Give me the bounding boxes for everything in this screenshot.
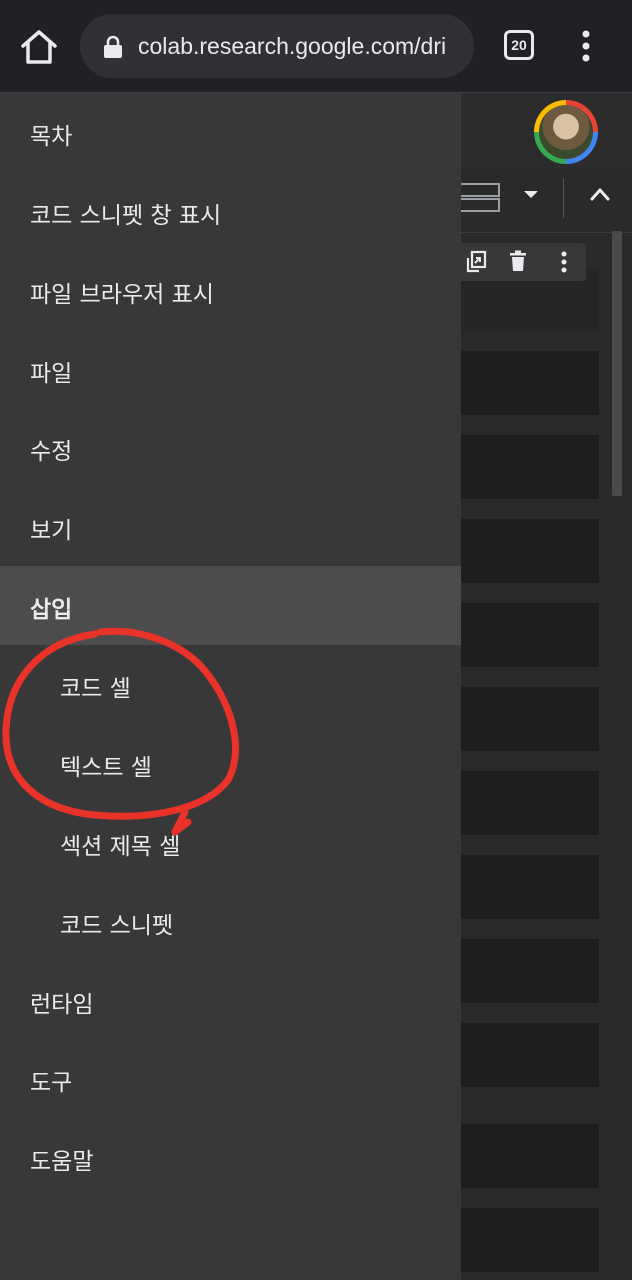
menu-item-label: 코드 스니펫 bbox=[60, 913, 174, 939]
avatar[interactable] bbox=[534, 100, 598, 164]
browser-toolbar: colab.research.google.com/dri 20 bbox=[0, 0, 632, 93]
notebook-cell[interactable] bbox=[461, 771, 599, 835]
notebook-cell[interactable] bbox=[461, 939, 599, 1003]
chevron-up-icon[interactable] bbox=[589, 186, 611, 202]
menu-item-label: 보기 bbox=[30, 518, 73, 544]
menu-item-label: 코드 스니펫 창 표시 bbox=[30, 203, 222, 229]
menu-item-runtime[interactable]: 런타임 bbox=[0, 961, 461, 1040]
delete-icon[interactable] bbox=[509, 250, 527, 272]
menu-item-label: 코드 셀 bbox=[60, 676, 131, 702]
menu-item-code-cell[interactable]: 코드 셀 bbox=[0, 645, 461, 724]
menu-item-label: 파일 bbox=[30, 361, 73, 387]
address-bar[interactable]: colab.research.google.com/dri bbox=[80, 14, 474, 78]
menu-item-label: 도구 bbox=[30, 1070, 73, 1096]
nav-drawer: 목차 코드 스니펫 창 표시 파일 브라우저 표시 파일 수정 보기 삽입 코드… bbox=[0, 93, 461, 1280]
menu-item-insert[interactable]: 삽입 bbox=[0, 566, 461, 645]
notebook-cell[interactable] bbox=[461, 1124, 599, 1188]
notebook-area bbox=[461, 93, 632, 1280]
menu-item-tools[interactable]: 도구 bbox=[0, 1039, 461, 1118]
menu-item-view[interactable]: 보기 bbox=[0, 487, 461, 566]
more-vert-icon[interactable] bbox=[572, 28, 600, 64]
url-text: colab.research.google.com/dri bbox=[138, 33, 447, 59]
notebook-cell[interactable] bbox=[461, 351, 599, 415]
menu-item-label: 섹션 제목 셀 bbox=[60, 834, 181, 860]
notebook-toolbar bbox=[461, 168, 632, 233]
notebook-cell[interactable] bbox=[461, 1208, 599, 1272]
menu-item-edit[interactable]: 수정 bbox=[0, 408, 461, 487]
mirror-cell-icon[interactable] bbox=[465, 250, 487, 274]
menu-item-code-snippets[interactable]: 코드 스니펫 bbox=[0, 882, 461, 961]
menu-item-label: 목차 bbox=[30, 124, 73, 150]
notebook-cell[interactable] bbox=[461, 1023, 599, 1087]
avatar-photo bbox=[539, 105, 593, 159]
menu-item-file[interactable]: 파일 bbox=[0, 330, 461, 409]
menu-item-help[interactable]: 도움말 bbox=[0, 1118, 461, 1197]
menu-item-label: 파일 브라우저 표시 bbox=[30, 282, 214, 308]
more-vert-icon[interactable] bbox=[561, 251, 567, 273]
menu-item-show-file-browser[interactable]: 파일 브라우저 표시 bbox=[0, 251, 461, 330]
dropdown-icon[interactable] bbox=[523, 190, 539, 200]
notebook-header bbox=[461, 93, 632, 168]
notebook-cell[interactable] bbox=[461, 519, 599, 583]
lock-icon bbox=[104, 35, 122, 58]
menu-item-show-snippets[interactable]: 코드 스니펫 창 표시 bbox=[0, 172, 461, 251]
notebook-cell[interactable] bbox=[461, 855, 599, 919]
menu-item-toc[interactable]: 목차 bbox=[0, 93, 461, 172]
notebook-cell[interactable] bbox=[461, 603, 599, 667]
scrollbar[interactable] bbox=[612, 231, 622, 496]
menu-item-label: 수정 bbox=[30, 439, 73, 465]
menu-item-text-cell[interactable]: 텍스트 셀 bbox=[0, 724, 461, 803]
menu-item-label: 도움말 bbox=[30, 1149, 94, 1175]
menu-item-label: 텍스트 셀 bbox=[60, 755, 152, 781]
home-icon[interactable] bbox=[18, 26, 60, 68]
toolbar-divider bbox=[563, 178, 564, 218]
menu-item-section-header-cell[interactable]: 섹션 제목 셀 bbox=[0, 803, 461, 882]
cell-toolbar bbox=[461, 243, 586, 281]
notebook-cell[interactable] bbox=[461, 435, 599, 499]
list-icon[interactable] bbox=[461, 180, 501, 214]
tab-switcher-button[interactable]: 20 bbox=[504, 30, 534, 60]
menu-item-label: 런타임 bbox=[30, 992, 94, 1018]
menu-item-label: 삽입 bbox=[30, 597, 73, 623]
notebook-cell[interactable] bbox=[461, 687, 599, 751]
